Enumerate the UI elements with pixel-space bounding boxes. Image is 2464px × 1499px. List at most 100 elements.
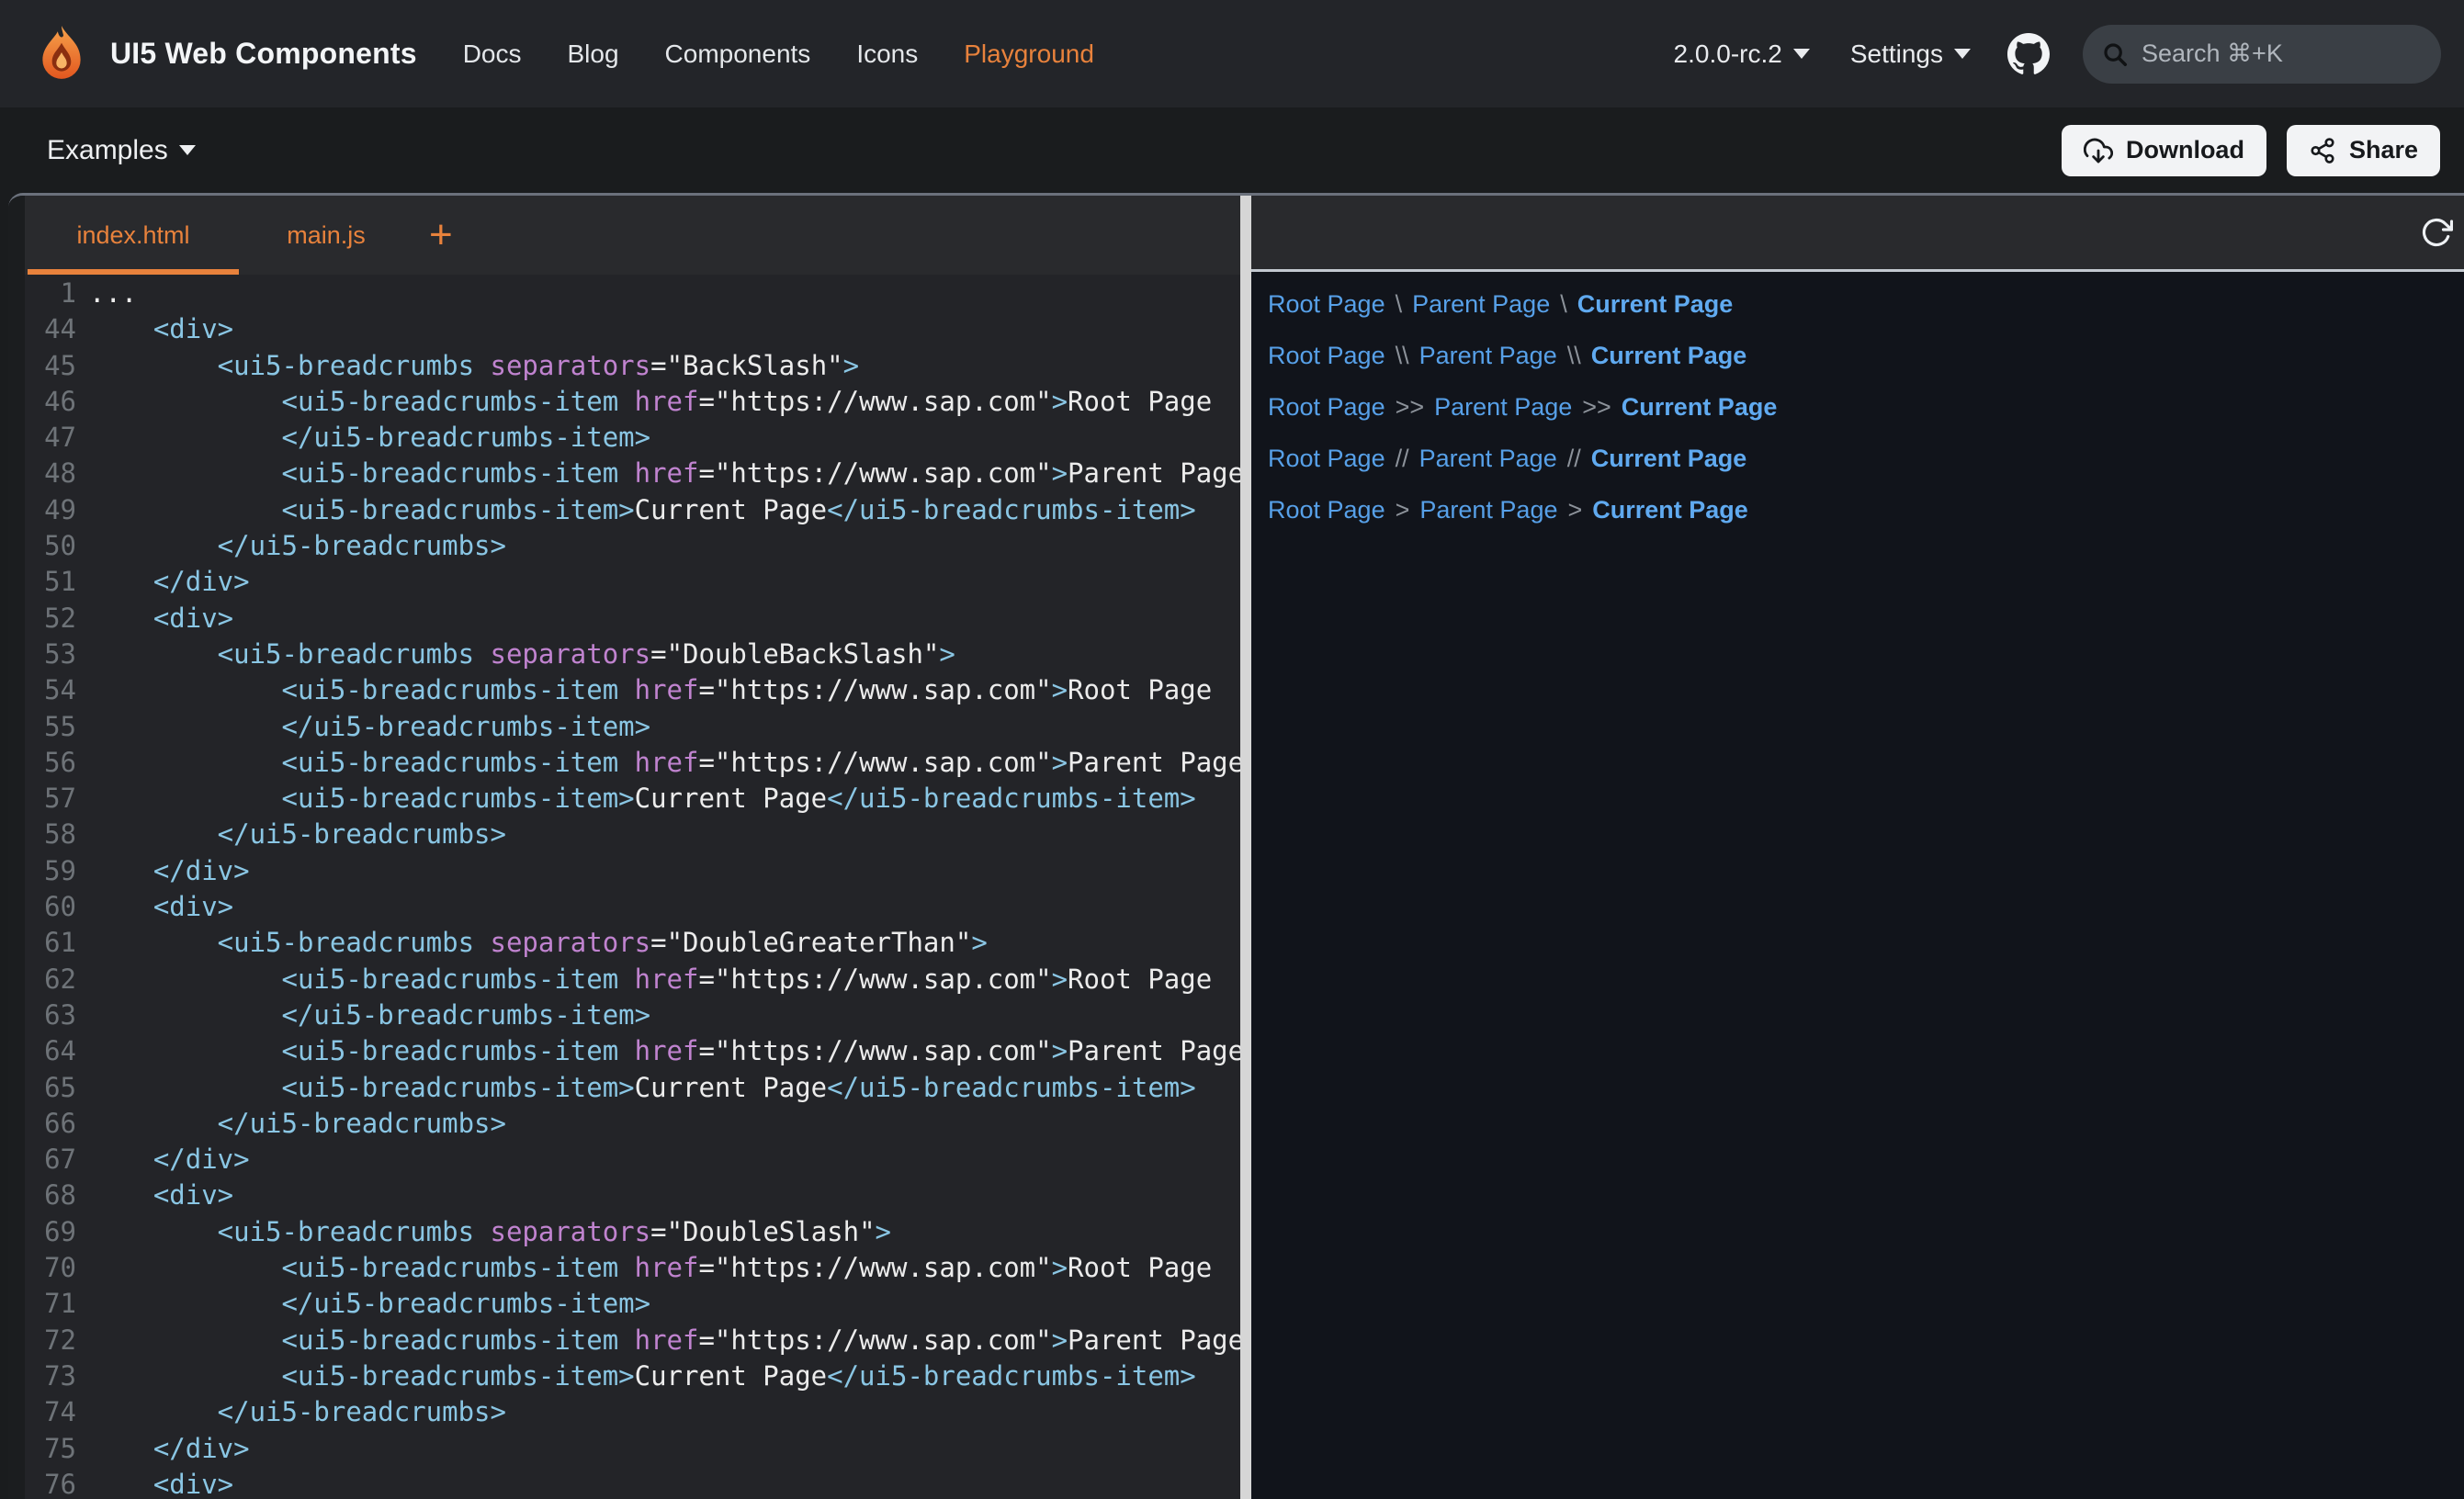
code-line[interactable]: 58 </ui5-breadcrumbs> — [25, 817, 1240, 852]
pane-splitter[interactable] — [1240, 196, 1251, 1499]
search-icon — [2101, 40, 2129, 68]
breadcrumb-link[interactable]: Root Page — [1268, 496, 1385, 524]
download-cloud-icon — [2084, 136, 2113, 165]
breadcrumb-link[interactable]: Root Page — [1268, 290, 1385, 318]
code-line[interactable]: 61 <ui5-breadcrumbs separators="DoubleGr… — [25, 925, 1240, 961]
code-line[interactable]: 74 </ui5-breadcrumbs> — [25, 1394, 1240, 1430]
code-line[interactable]: 52 <div> — [25, 601, 1240, 637]
refresh-icon[interactable] — [2420, 216, 2453, 249]
code-line[interactable]: 57 <ui5-breadcrumbs-item>Current Page</u… — [25, 781, 1240, 817]
breadcrumb-separator: \\ — [1396, 342, 1409, 369]
line-content: <ui5-breadcrumbs-item>Current Page</ui5-… — [89, 1070, 1196, 1106]
line-number: 55 — [25, 709, 76, 745]
code-line[interactable]: 73 <ui5-breadcrumbs-item>Current Page</u… — [25, 1358, 1240, 1394]
add-tab-button[interactable]: + — [429, 217, 453, 254]
nav-link-icons[interactable]: Icons — [856, 39, 918, 69]
nav-link-playground[interactable]: Playground — [964, 39, 1094, 69]
breadcrumb-link[interactable]: Parent Page — [1419, 445, 1557, 472]
code-line[interactable]: 71 </ui5-breadcrumbs-item> — [25, 1286, 1240, 1322]
breadcrumb-link[interactable]: Root Page — [1268, 393, 1385, 421]
breadcrumb-link[interactable]: Parent Page — [1419, 496, 1557, 524]
line-content: </ui5-breadcrumbs> — [89, 1106, 506, 1142]
code-line[interactable]: 46 <ui5-breadcrumbs-item href="https://w… — [25, 384, 1240, 420]
code-line[interactable]: 66 </ui5-breadcrumbs> — [25, 1106, 1240, 1142]
code-line[interactable]: 67 </div> — [25, 1142, 1240, 1178]
line-number: 1 — [25, 276, 76, 311]
line-number: 76 — [25, 1467, 76, 1499]
line-content: <div> — [89, 1178, 233, 1213]
code-line[interactable]: 72 <ui5-breadcrumbs-item href="https://w… — [25, 1323, 1240, 1358]
code-line[interactable]: 60 <div> — [25, 889, 1240, 925]
line-content: <div> — [89, 601, 233, 637]
line-number: 66 — [25, 1106, 76, 1142]
toolbar-actions: Download Share — [2062, 125, 2440, 176]
code-line[interactable]: 50 </ui5-breadcrumbs> — [25, 528, 1240, 564]
line-content: <div> — [89, 311, 233, 347]
code-line[interactable]: 56 <ui5-breadcrumbs-item href="https://w… — [25, 745, 1240, 781]
line-number: 49 — [25, 492, 76, 528]
line-content: </ui5-breadcrumbs-item> — [89, 420, 650, 456]
version-label: 2.0.0-rc.2 — [1674, 39, 1782, 69]
version-dropdown[interactable]: 2.0.0-rc.2 — [1674, 39, 1810, 69]
code-line[interactable]: 69 <ui5-breadcrumbs separators="DoubleSl… — [25, 1214, 1240, 1250]
code-line[interactable]: 44 <div> — [25, 311, 1240, 347]
line-number: 75 — [25, 1431, 76, 1467]
tab-main.js[interactable]: main.js — [257, 221, 395, 250]
top-nav: UI5 Web Components Docs Blog Components Ico… — [0, 0, 2464, 107]
code-line[interactable]: 51 </div> — [25, 564, 1240, 600]
code-editor[interactable]: index.html main.js + 1...44 <div>45 <ui5-b… — [25, 196, 1240, 1499]
line-number: 52 — [25, 601, 76, 637]
code-line[interactable]: 59 </div> — [25, 853, 1240, 889]
breadcrumb-link[interactable]: Root Page — [1268, 445, 1385, 472]
ui5-logo-icon[interactable] — [31, 24, 92, 85]
code-line[interactable]: 68 <div> — [25, 1178, 1240, 1213]
breadcrumb-current: Current Page — [1591, 342, 1747, 369]
breadcrumbs-row: Root Page>Parent Page>Current Page — [1268, 496, 2464, 524]
breadcrumb-link[interactable]: Parent Page — [1419, 342, 1557, 369]
share-button[interactable]: Share — [2287, 125, 2440, 176]
code-line[interactable]: 70 <ui5-breadcrumbs-item href="https://w… — [25, 1250, 1240, 1286]
github-icon[interactable] — [2007, 33, 2050, 75]
code-line[interactable]: 64 <ui5-breadcrumbs-item href="https://w… — [25, 1033, 1240, 1069]
breadcrumb-link[interactable]: Root Page — [1268, 342, 1385, 369]
line-number: 50 — [25, 528, 76, 564]
code-line[interactable]: 55 </ui5-breadcrumbs-item> — [25, 709, 1240, 745]
examples-dropdown[interactable]: Examples — [47, 135, 196, 166]
line-content: <ui5-breadcrumbs-item href="https://www.… — [89, 672, 1212, 708]
code-line[interactable]: 45 <ui5-breadcrumbs separators="BackSlas… — [25, 348, 1240, 384]
code-line[interactable]: 47 </ui5-breadcrumbs-item> — [25, 420, 1240, 456]
settings-dropdown[interactable]: Settings — [1850, 39, 1971, 69]
search-input[interactable]: Search ⌘+K — [2083, 25, 2441, 84]
code-line[interactable]: 48 <ui5-breadcrumbs-item href="https://w… — [25, 456, 1240, 491]
breadcrumb-link[interactable]: Parent Page — [1434, 393, 1572, 421]
line-content: <ui5-breadcrumbs-item href="https://www.… — [89, 1250, 1212, 1286]
line-content: <ui5-breadcrumbs-item href="https://www.… — [89, 962, 1212, 997]
nav-link-components[interactable]: Components — [665, 39, 811, 69]
preview-pane: Root Page\Parent Page\Current PageRoot P… — [1251, 196, 2464, 1499]
tab-index.html[interactable]: index.html — [28, 221, 239, 250]
code-line[interactable]: 75 </div> — [25, 1431, 1240, 1467]
nav-link-blog[interactable]: Blog — [568, 39, 619, 69]
code-line[interactable]: 76 <div> — [25, 1467, 1240, 1499]
line-content: <ui5-breadcrumbs-item href="https://www.… — [89, 1323, 1240, 1358]
code-line[interactable]: 1... — [25, 276, 1240, 311]
code-area[interactable]: 1...44 <div>45 <ui5-breadcrumbs separato… — [25, 275, 1240, 1499]
code-line[interactable]: 53 <ui5-breadcrumbs separators="DoubleBa… — [25, 637, 1240, 672]
line-content: </ui5-breadcrumbs> — [89, 528, 506, 564]
line-content: </ui5-breadcrumbs-item> — [89, 709, 650, 745]
line-number: 64 — [25, 1033, 76, 1069]
code-line[interactable]: 65 <ui5-breadcrumbs-item>Current Page</u… — [25, 1070, 1240, 1106]
code-line[interactable]: 63 </ui5-breadcrumbs-item> — [25, 997, 1240, 1033]
code-line[interactable]: 62 <ui5-breadcrumbs-item href="https://w… — [25, 962, 1240, 997]
download-button[interactable]: Download — [2062, 125, 2266, 176]
nav-link-docs[interactable]: Docs — [463, 39, 522, 69]
code-line[interactable]: 54 <ui5-breadcrumbs-item href="https://w… — [25, 672, 1240, 708]
breadcrumb-separator: // — [1567, 445, 1581, 472]
editor-left-gutter — [8, 196, 25, 1499]
breadcrumb-link[interactable]: Parent Page — [1412, 290, 1550, 318]
code-line[interactable]: 49 <ui5-breadcrumbs-item>Current Page</u… — [25, 492, 1240, 528]
line-number: 60 — [25, 889, 76, 925]
line-content: <ui5-breadcrumbs separators="BackSlash"> — [89, 348, 859, 384]
preview-toolbar — [1251, 196, 2464, 272]
brand-title[interactable]: UI5 Web Components — [110, 37, 417, 71]
